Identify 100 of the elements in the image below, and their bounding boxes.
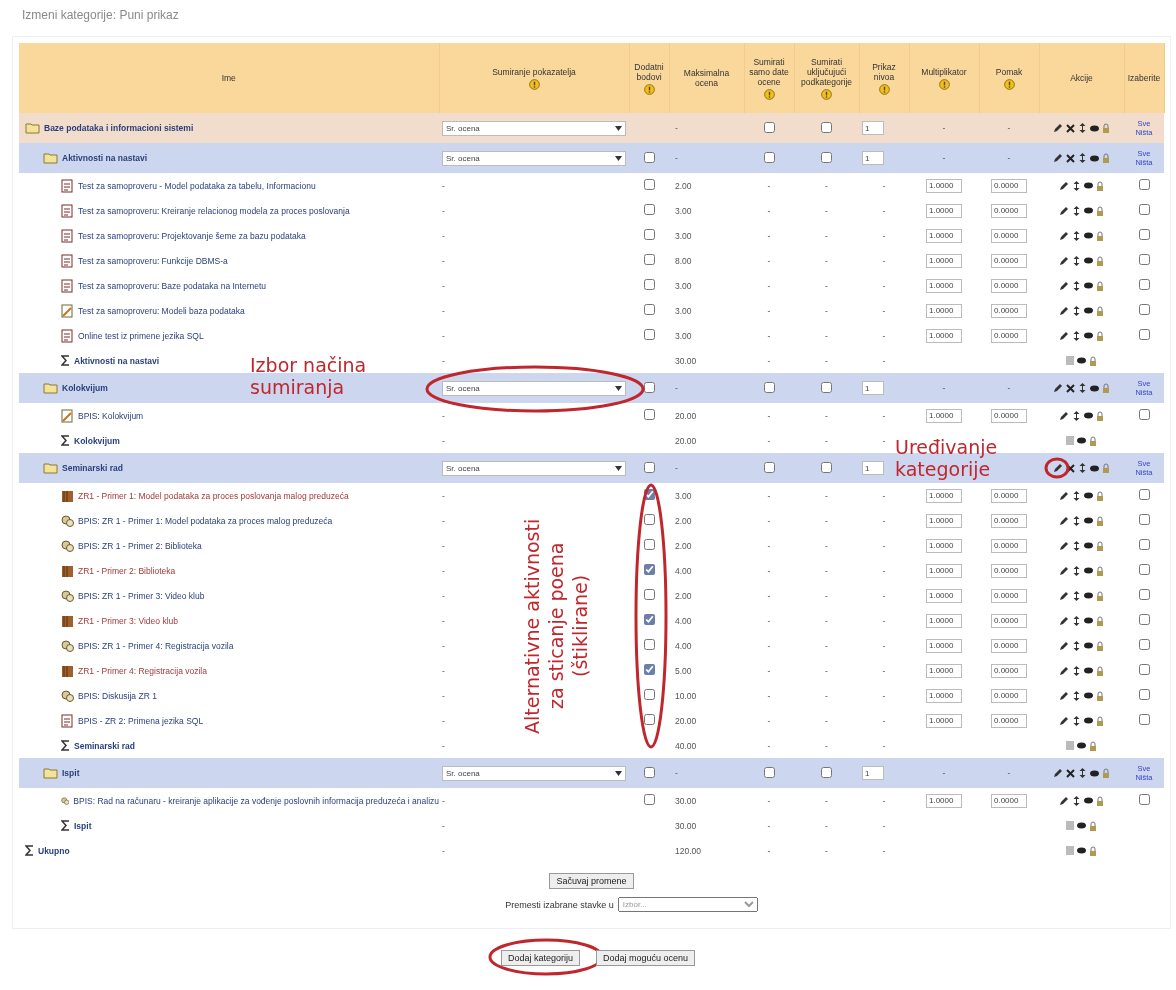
offset-field[interactable]: 0.0000 [991, 663, 1027, 678]
item-name[interactable]: ZR1 - Primer 2: Biblioteka [78, 565, 176, 576]
item-name[interactable]: Kolokvijum [62, 383, 108, 393]
multiplicator-field[interactable]: 1.0000 [926, 203, 962, 218]
edit-icon[interactable] [1053, 463, 1063, 473]
eye-icon[interactable] [1084, 182, 1093, 189]
select-checkbox[interactable] [1138, 279, 1150, 290]
eye-icon[interactable] [1084, 567, 1093, 574]
help-icon[interactable] [938, 78, 950, 90]
depth-field[interactable]: 1 [862, 766, 884, 780]
move-icon[interactable] [1072, 615, 1081, 626]
checkbox[interactable] [763, 766, 775, 778]
item-name[interactable]: Online test iz primene jezika SQL [78, 330, 204, 341]
move-icon[interactable] [1072, 330, 1081, 341]
edit-icon[interactable] [1059, 330, 1069, 341]
depth-field[interactable]: 1 [862, 121, 884, 135]
checkbox[interactable] [643, 539, 655, 550]
multiplicator-field[interactable]: 1.0000 [926, 663, 962, 678]
edit-icon[interactable] [1059, 515, 1069, 526]
checkbox[interactable] [763, 151, 775, 163]
eye-icon[interactable] [1084, 492, 1093, 499]
multiplicator-field[interactable]: 1.0000 [926, 488, 962, 503]
edit-icon[interactable] [1053, 383, 1063, 393]
multiplicator-field[interactable]: 1.0000 [926, 563, 962, 578]
item-name[interactable]: Test za samoproveru: Modeli baza podataka [78, 305, 245, 316]
move-icon[interactable] [1078, 123, 1087, 133]
eye-icon[interactable] [1084, 282, 1093, 289]
eye-icon[interactable] [1090, 154, 1099, 162]
checkbox[interactable] [643, 639, 655, 650]
offset-field[interactable]: 0.0000 [991, 513, 1027, 528]
move-icon[interactable] [1078, 153, 1087, 163]
eye-icon[interactable] [1084, 517, 1093, 524]
multiplicator-field[interactable]: 1.0000 [926, 178, 962, 193]
depth-field[interactable]: 1 [862, 151, 884, 165]
depth-field[interactable]: 1 [862, 461, 884, 475]
item-name[interactable]: Ispit [62, 768, 80, 778]
aggregation-select[interactable]: Sr. ocena [442, 765, 626, 781]
aggregation-select[interactable]: Sr. ocena [442, 460, 626, 476]
item-name[interactable]: BPIS - ZR 2: Primena jezika SQL [78, 715, 204, 726]
select-checkbox[interactable] [1138, 514, 1150, 525]
item-name[interactable]: Seminarski rad [74, 740, 135, 751]
multiplicator-field[interactable]: 1.0000 [926, 638, 962, 653]
move-icon[interactable] [1072, 515, 1081, 526]
multiplicator-field[interactable]: 1.0000 [926, 408, 962, 423]
help-icon[interactable] [1003, 78, 1015, 90]
eye-icon[interactable] [1077, 822, 1086, 829]
move-icon[interactable] [1072, 640, 1081, 651]
item-name[interactable]: ZR1 - Primer 1: Model podataka za proces poslovanja malog preduzeća [78, 490, 349, 501]
checkbox[interactable] [643, 794, 655, 805]
item-name[interactable]: BPIS: Diskusija ZR 1 [78, 690, 157, 701]
aggregation-select[interactable]: Sr. ocena [442, 120, 626, 136]
multiplicator-field[interactable]: 1.0000 [926, 303, 962, 318]
item-name[interactable]: Ukupno [38, 845, 70, 856]
offset-field[interactable]: 0.0000 [991, 713, 1027, 728]
offset-field[interactable]: 0.0000 [991, 228, 1027, 243]
move-icon[interactable] [1072, 410, 1081, 421]
item-name[interactable]: ZR1 - Primer 3: Video klub [78, 615, 178, 626]
move-icon[interactable] [1072, 280, 1081, 291]
help-icon[interactable] [821, 88, 832, 100]
item-name[interactable]: BPIS: Rad na računaru - kreiranje aplikacije za vođenje poslovnih informacija preduzeća i analizu [73, 795, 439, 806]
item-name[interactable]: Test za samoproveru: Funkcije DBMS-a [78, 255, 228, 266]
multiplicator-field[interactable]: 1.0000 [926, 688, 962, 703]
edit-icon[interactable] [1059, 490, 1069, 501]
delete-icon[interactable] [1066, 463, 1075, 473]
item-name[interactable]: Ispit [74, 820, 92, 831]
select-checkbox[interactable] [1138, 589, 1150, 600]
eye-icon[interactable] [1084, 542, 1093, 549]
offset-field[interactable]: 0.0000 [991, 253, 1027, 268]
move-icon[interactable] [1072, 180, 1081, 191]
checkbox[interactable] [643, 409, 655, 420]
eye-icon[interactable] [1090, 384, 1099, 392]
edit-icon[interactable] [1059, 565, 1069, 576]
aggregation-select[interactable]: Sr. ocena [442, 380, 626, 396]
edit-icon[interactable] [1053, 768, 1063, 778]
offset-field[interactable]: 0.0000 [991, 588, 1027, 603]
help-icon[interactable] [878, 83, 890, 95]
select-checkbox[interactable] [1138, 254, 1150, 265]
item-name[interactable]: Test za samoproveru - Model podataka za tabelu, Informacionu [78, 180, 316, 191]
select-checkbox[interactable] [1138, 304, 1150, 315]
checkbox[interactable] [643, 204, 655, 215]
edit-icon[interactable] [1059, 615, 1069, 626]
eye-icon[interactable] [1084, 667, 1093, 674]
select-checkbox[interactable] [1138, 409, 1150, 420]
eye-icon[interactable] [1077, 357, 1086, 364]
eye-icon[interactable] [1084, 307, 1093, 314]
checkbox[interactable] [643, 254, 655, 265]
item-name[interactable]: Test za samoproveru: Kreiranje relacionog modela za proces poslovanja [78, 205, 350, 216]
checkbox[interactable] [763, 381, 775, 393]
offset-field[interactable]: 0.0000 [991, 688, 1027, 703]
offset-field[interactable]: 0.0000 [991, 278, 1027, 293]
select-checkbox[interactable] [1138, 564, 1150, 575]
select-checkbox[interactable] [1138, 714, 1150, 725]
checkbox[interactable] [643, 564, 655, 575]
item-name[interactable]: BPIS: ZR 1 - Primer 2: Biblioteka [78, 540, 202, 551]
add-button[interactable]: Dodaj moguću ocenu [596, 950, 696, 966]
checkbox[interactable] [643, 151, 655, 163]
eye-icon[interactable] [1090, 769, 1099, 777]
checkbox[interactable] [643, 664, 655, 675]
checkbox[interactable] [821, 766, 832, 778]
help-icon[interactable] [528, 78, 540, 90]
